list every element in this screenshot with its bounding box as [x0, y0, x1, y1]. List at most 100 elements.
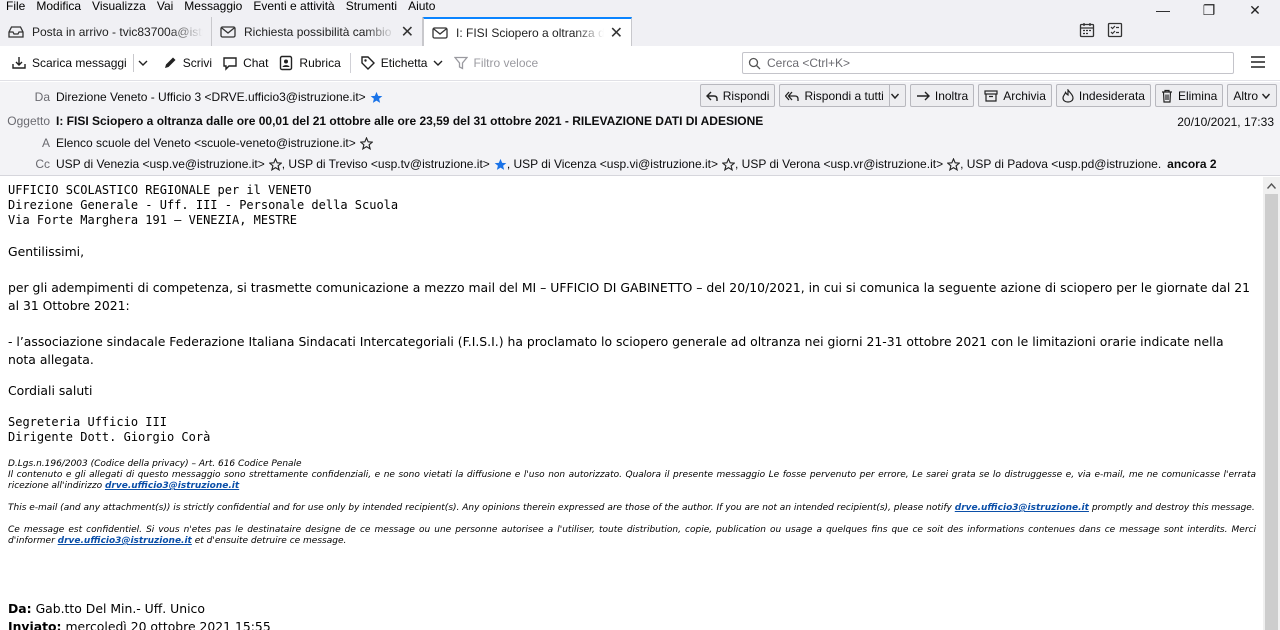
cc-recipient[interactable]: USP di Verona <usp.vr@istruzione.it> [742, 157, 943, 171]
chevron-down-icon [1261, 93, 1271, 99]
from-value[interactable]: Direzione Veneto - Ufficio 3 <DRVE.uffic… [56, 90, 366, 104]
junk-label: Indesiderata [1078, 88, 1145, 103]
cc-recipient[interactable]: USP di Venezia <usp.ve@istruzione.it> [56, 157, 265, 171]
chat-button[interactable]: Chat [217, 51, 273, 75]
menu-tools[interactable]: Strumenti [340, 0, 402, 15]
subject-row: Oggetto I: FISI Sciopero a oltranza dall… [0, 111, 763, 131]
calendar-icon[interactable] [1079, 22, 1095, 38]
to-value[interactable]: Elenco scuole del Veneto <scuole-veneto@… [56, 136, 356, 150]
message-actions: Rispondi Rispondi a tutti Inoltra Archiv… [699, 84, 1277, 107]
scroll-up-icon[interactable] [1263, 177, 1280, 194]
archive-icon [984, 89, 998, 102]
body-paragraph: per gli adempimenti di competenza, si tr… [8, 280, 1251, 313]
more-button[interactable]: Altro [1227, 84, 1277, 107]
menu-file[interactable]: File [0, 0, 30, 15]
from-label: Da [34, 90, 50, 104]
download-icon [12, 57, 26, 69]
junk-button[interactable]: Indesiderata [1055, 84, 1151, 107]
tag-label: Etichetta [380, 56, 428, 70]
signoff-line: Dirigente Dott. Giorgio Corà [8, 430, 211, 444]
minimize-button[interactable]: — [1140, 2, 1186, 18]
tab-strip: Posta in arrivo - tvic83700a@istruzione.… [0, 17, 632, 46]
star-filled-icon[interactable] [370, 91, 383, 104]
vertical-scrollbar[interactable] [1263, 177, 1280, 630]
email-link[interactable]: drve.ufficio3@istruzione.it [58, 536, 192, 546]
privacy-notice-en: This e-mail (and any attachment(s)) is s… [8, 503, 1255, 513]
forward-button[interactable]: Inoltra [909, 84, 975, 107]
address-book-icon [280, 55, 293, 71]
menu-edit[interactable]: Modifica [30, 0, 86, 15]
chevron-down-icon[interactable] [137, 57, 149, 69]
reply-all-icon [785, 91, 800, 101]
address-book-label: Rubrica [299, 56, 341, 70]
tab-inbox[interactable]: Posta in arrivo - tvic83700a@istruzione.… [0, 17, 212, 46]
star-outline-icon[interactable] [947, 157, 961, 171]
close-tab-icon[interactable]: ✕ [610, 23, 623, 43]
tag-button[interactable]: Etichetta [355, 51, 450, 75]
from-row: Da Direzione Veneto - Ufficio 3 <DRVE.uf… [0, 87, 383, 107]
signoff-line: Segreteria Ufficio III [8, 415, 167, 429]
subject-value: I: FISI Sciopero a oltranza dalle ore 00… [56, 114, 764, 128]
to-label: A [41, 136, 50, 150]
menu-events[interactable]: Eventi e attività [247, 0, 339, 15]
email-link[interactable]: drve.ufficio3@istruzione.it [105, 481, 239, 491]
close-window-button[interactable]: ✕ [1232, 2, 1278, 18]
subject-label: Oggetto [7, 114, 50, 128]
search-box[interactable] [742, 52, 1234, 74]
tab-inbox-label: Posta in arrivo - tvic83700a@istruzione.… [32, 24, 203, 39]
forward-label: Inoltra [934, 88, 969, 103]
filter-icon [454, 56, 469, 70]
chevron-down-icon [890, 93, 899, 99]
menu-help[interactable]: Aiuto [402, 0, 440, 15]
star-outline-icon[interactable] [268, 157, 282, 171]
reply-all-dropdown[interactable] [888, 85, 905, 106]
privacy-title: D.Lgs.n.196/2003 (Codice della privacy) … [8, 459, 302, 469]
star-outline-icon[interactable] [722, 157, 735, 171]
tasks-icon[interactable] [1107, 22, 1123, 38]
cc-recipient[interactable]: USP di Vicenza <usp.vi@istruzione.it> [513, 157, 718, 171]
restore-button[interactable]: ❐ [1186, 2, 1232, 18]
quick-filter-label: Filtro veloce [473, 56, 539, 70]
star-outline-icon[interactable] [359, 136, 373, 150]
close-tab-icon[interactable]: ✕ [401, 22, 414, 42]
menu-message[interactable]: Messaggio [178, 0, 247, 15]
menu-view[interactable]: Visualizza [86, 0, 151, 15]
envelope-icon [432, 26, 448, 39]
message-body: UFFICIO SCOLASTICO REGIONALE per il VENE… [0, 177, 1263, 630]
get-messages-button[interactable]: Scarica messaggi [6, 51, 132, 75]
write-label: Scrivi [182, 56, 213, 70]
chat-label: Chat [243, 56, 269, 70]
tab-fisi-label: I: FISI Sciopero a oltranza dalle ore 00… [456, 25, 604, 40]
tab-tools [1079, 22, 1123, 38]
cc-more-link[interactable]: ancora 2 [1167, 157, 1216, 171]
delete-button[interactable]: Elimina [1154, 84, 1224, 107]
archive-label: Archivia [1003, 88, 1046, 103]
trash-icon [1161, 89, 1172, 103]
fire-icon [1062, 88, 1074, 103]
search-input[interactable] [767, 56, 1207, 70]
write-button[interactable]: Scrivi [157, 51, 217, 75]
quick-filter-button[interactable]: Filtro veloce [449, 51, 543, 75]
address-book-button[interactable]: Rubrica [273, 51, 345, 75]
tab-fisi[interactable]: I: FISI Sciopero a oltranza dalle ore 00… [423, 17, 632, 46]
greeting: Gentilissimi, [8, 244, 85, 259]
menu-go[interactable]: Vai [151, 0, 178, 15]
reply-all-button[interactable]: Rispondi a tutti [779, 84, 906, 107]
delete-label: Elimina [1177, 88, 1218, 103]
cc-recipient[interactable]: USP di Treviso <usp.tv@istruzione.it> [288, 157, 489, 171]
archive-button[interactable]: Archivia [978, 84, 1052, 107]
hamburger-menu-icon[interactable] [1251, 56, 1265, 68]
message-date: 20/10/2021, 17:33 [1177, 115, 1274, 129]
forwarded-from: Da: Gab.tto Del Min.- Uff. Unico [8, 601, 205, 616]
divider [132, 54, 134, 72]
email-link[interactable]: drve.ufficio3@istruzione.it [955, 503, 1089, 513]
tab-richiesta[interactable]: Richiesta possibilità cambio ✕ [212, 17, 423, 46]
pencil-icon [164, 57, 176, 68]
reply-button[interactable]: Rispondi [699, 84, 776, 107]
cc-recipient[interactable]: USP di Padova <usp.pd@istruzione. [967, 157, 1161, 171]
star-filled-icon[interactable] [494, 158, 507, 171]
forwarded-sent: Inviato: mercoledì 20 ottobre 2021 15:55 [8, 619, 271, 630]
privacy-notice-it: Il contenuto e gli allegati di questo me… [8, 470, 1256, 491]
more-label: Altro [1233, 88, 1258, 103]
scrollbar-thumb[interactable] [1265, 194, 1278, 630]
